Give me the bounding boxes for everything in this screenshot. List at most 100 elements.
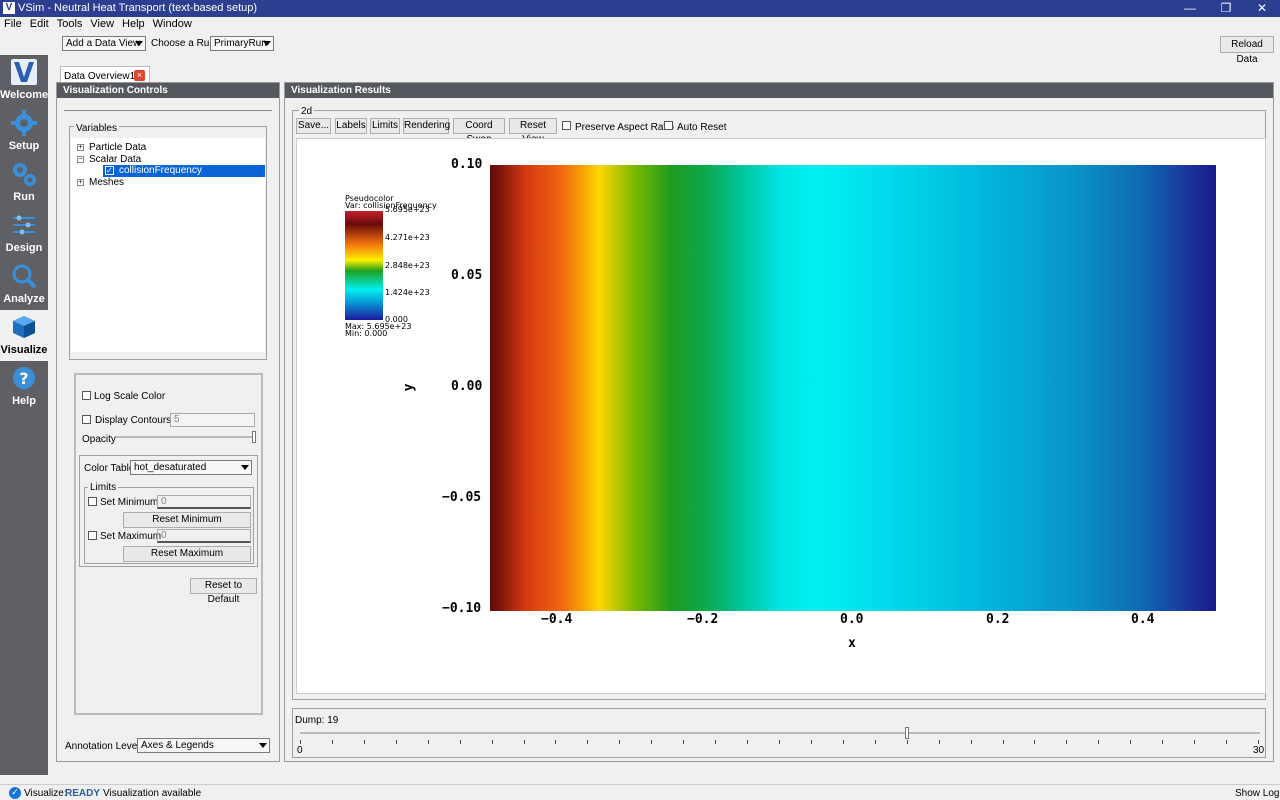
menu-edit[interactable]: Edit <box>26 17 53 30</box>
close-window-button[interactable]: ✕ <box>1244 0 1280 17</box>
close-icon[interactable]: × <box>134 70 145 81</box>
tree-item-collision-frequency[interactable]: ✓ collisionFrequency <box>103 165 265 177</box>
minimize-button[interactable]: — <box>1172 0 1208 17</box>
sidebar-item-run[interactable]: Run <box>0 157 48 208</box>
menu-file[interactable]: File <box>0 17 26 30</box>
status-message: Visualization available <box>103 788 202 799</box>
slider-tick <box>715 740 717 744</box>
display-contours-checkbox[interactable] <box>82 415 91 424</box>
rendering-button[interactable]: Rendering <box>403 118 450 134</box>
slider-tick <box>395 740 397 744</box>
gears-icon <box>13 163 36 186</box>
slider-tick <box>938 740 940 744</box>
tab-data-overview[interactable]: Data Overview1 × <box>60 66 150 83</box>
menu-window[interactable]: Window <box>149 17 196 30</box>
vsim-logo-icon <box>11 59 37 85</box>
reset-view-button[interactable]: Reset View <box>509 118 557 145</box>
x-tick-label: 0.4 <box>1131 612 1155 627</box>
choose-run-combo[interactable]: PrimaryRun <box>210 36 274 51</box>
restore-button[interactable]: ❐ <box>1208 0 1244 17</box>
status-bar: ✓ Visualize: READY Visualization availab… <box>0 784 1280 800</box>
reset-to-default-button[interactable]: Reset to Default <box>190 578 257 605</box>
sidebar-item-analyze[interactable]: Analyze <box>0 259 48 310</box>
slider-tick <box>491 740 493 744</box>
dump-slider-track[interactable] <box>300 732 1260 734</box>
status-label: Visualize: <box>24 788 67 799</box>
color-table-combo[interactable]: hot_desaturated <box>130 460 252 475</box>
reload-data-button[interactable]: Reload Data <box>1220 36 1274 65</box>
dump-slider-handle[interactable] <box>904 727 909 739</box>
divider <box>64 110 272 111</box>
opacity-slider-handle[interactable] <box>252 431 256 443</box>
show-log-button[interactable]: Show Log <box>1235 788 1279 799</box>
save-button[interactable]: Save... <box>296 118 331 134</box>
set-minimum-label: Set Minimum <box>100 497 159 508</box>
chevron-down-icon <box>259 743 267 748</box>
tree-item-meshes[interactable]: Meshes <box>89 177 124 188</box>
set-minimum-checkbox[interactable] <box>88 497 97 506</box>
slider-tick <box>1226 740 1228 744</box>
menu-help[interactable]: Help <box>118 17 149 30</box>
tree-item-particle-data[interactable]: Particle Data <box>89 142 146 153</box>
labels-button[interactable]: Labels <box>335 118 367 134</box>
checkbox-checked[interactable]: ✓ <box>105 166 114 175</box>
heatmap[interactable] <box>490 165 1216 611</box>
sidebar-item-setup[interactable]: Setup <box>0 106 48 157</box>
opacity-slider[interactable] <box>116 436 256 438</box>
maximum-input[interactable]: 0 <box>157 529 251 543</box>
sidebar: Welcome Setup Run Design Analyze Visuali… <box>0 55 48 775</box>
slider-tick <box>842 740 844 744</box>
y-tick-label: −0.10 <box>442 601 482 616</box>
reset-minimum-button[interactable]: Reset Minimum <box>123 512 251 528</box>
set-maximum-checkbox[interactable] <box>88 531 97 540</box>
toolbar: Add a Data View Choose a Run: PrimaryRun… <box>48 33 1280 65</box>
sidebar-item-help[interactable]: ? Help <box>0 361 48 412</box>
log-scale-checkbox[interactable] <box>82 391 91 400</box>
auto-reset-checkbox[interactable] <box>664 121 673 130</box>
collapse-icon[interactable]: − <box>77 156 84 163</box>
sidebar-item-welcome[interactable]: Welcome <box>0 55 48 106</box>
contours-spinbox[interactable]: 5 <box>170 413 255 427</box>
limits-label: Limits <box>88 482 119 493</box>
slider-tick <box>970 740 972 744</box>
slider-tick <box>300 740 301 744</box>
y-tick-label: 0.10 <box>451 157 483 172</box>
slider-tick <box>523 740 525 744</box>
preserve-aspect-checkbox[interactable] <box>562 121 571 130</box>
variables-tree: + Particle Data − Scalar Data ✓ collisio… <box>71 138 265 352</box>
annotation-level-combo[interactable]: Axes & Legends <box>137 738 270 753</box>
display-contours-label: Display Contours <box>95 415 172 426</box>
svg-text:?: ? <box>19 369 28 388</box>
design-icon <box>13 215 35 235</box>
menu-tools[interactable]: Tools <box>53 17 87 30</box>
add-data-view-combo[interactable]: Add a Data View <box>62 36 146 51</box>
magnifier-icon <box>12 264 37 289</box>
slider-tick <box>810 740 812 744</box>
expand-icon[interactable]: + <box>77 144 84 151</box>
legend-tick: 1.424e+23 <box>385 288 430 297</box>
menu-view[interactable]: View <box>86 17 118 30</box>
x-tick-label: −0.4 <box>541 612 573 627</box>
sidebar-item-design[interactable]: Design <box>0 208 48 259</box>
slider-tick <box>427 740 429 744</box>
limits-button[interactable]: Limits <box>370 118 400 134</box>
results-header: Visualization Results <box>285 83 1273 98</box>
slider-tick <box>331 740 333 744</box>
x-tick-label: 0.2 <box>986 612 1010 627</box>
coord-swap-button[interactable]: Coord Swap <box>453 118 505 145</box>
window-title: VSim - Neutral Heat Transport (text-base… <box>18 2 258 14</box>
expand-icon[interactable]: + <box>77 179 84 186</box>
slider-tick <box>363 740 365 744</box>
plot-group-label: 2d <box>299 106 315 117</box>
minimum-input[interactable]: 0 <box>157 495 251 509</box>
sidebar-item-visualize[interactable]: Visualize <box>0 310 48 361</box>
reset-maximum-button[interactable]: Reset Maximum <box>123 546 251 562</box>
annotation-level-label: Annotation Level: <box>65 741 143 752</box>
legend-tick: 2.848e+23 <box>385 261 430 270</box>
y-axis-label: y <box>401 383 417 392</box>
y-tick-label: −0.05 <box>442 490 482 505</box>
tree-item-scalar-data[interactable]: Scalar Data <box>89 154 141 165</box>
color-table-label: Color Table <box>84 463 135 474</box>
slider-tick <box>651 740 653 744</box>
legend-min: Min: 0.000 <box>345 329 388 338</box>
